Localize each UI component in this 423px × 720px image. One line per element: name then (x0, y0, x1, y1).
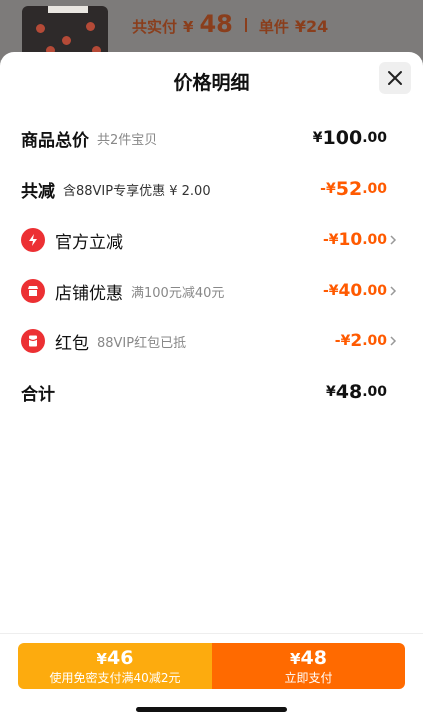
home-indicator (136, 707, 287, 712)
backdrop-total-currency: ¥ (183, 18, 194, 36)
red-packet-amount: -¥ 2.00 (335, 326, 387, 356)
discount-decimal: .00 (362, 181, 387, 197)
official-discount-amount: -¥ 10.00 (323, 225, 387, 255)
official-integer: 10 (338, 230, 363, 250)
discount-currency: -¥ (320, 181, 336, 197)
total-decimal: .00 (362, 384, 387, 400)
subtotal-label: 商品总价 (21, 130, 89, 151)
store-discount-amount: -¥ 40.00 (323, 276, 387, 306)
backdrop-total-label: 共实付 (132, 18, 178, 36)
discount-amount: -¥ 52.00 (320, 174, 387, 204)
official-discount-row[interactable]: 官方立减 -¥ 10.00 (0, 225, 423, 255)
discount-label: 共减 (21, 181, 55, 202)
subtotal-integer: 100 (322, 127, 363, 149)
subtotal-currency: ¥ (312, 130, 323, 146)
close-icon (388, 71, 402, 85)
red-packet-label: 红包 (55, 333, 89, 354)
backdrop-price: 共实付 ¥ 48 单件 ¥24 (132, 10, 328, 38)
product-summary-backdrop: 共实付 ¥ 48 单件 ¥24 (0, 0, 423, 60)
password-free-pay-currency: ¥ (96, 649, 107, 668)
total-amount: ¥48.00 (326, 377, 387, 407)
sheet-title: 价格明细 (173, 72, 250, 94)
chevron-right-icon (390, 235, 397, 245)
subtotal-row: 商品总价 共2件宝贝 ¥100.00 (0, 123, 423, 153)
backdrop-unit-value: ¥24 (294, 17, 329, 36)
store-discount-rule: 满100元减40元 (131, 285, 225, 301)
password-free-pay-value: 46 (106, 646, 134, 669)
total-row: 合计 ¥48.00 (0, 377, 423, 407)
total-currency: ¥ (325, 384, 336, 400)
store-integer: 40 (338, 281, 363, 301)
discount-note: 含88VIP专享优惠 ¥ 2.00 (63, 183, 211, 199)
payment-footer: ¥46 使用免密支付满40减2元 ¥48 立即支付 (0, 633, 423, 720)
chevron-right-icon (390, 286, 397, 296)
close-button[interactable] (379, 62, 411, 94)
store-discount-label: 店铺优惠 (55, 283, 123, 304)
store-decimal: .00 (362, 283, 387, 299)
pay-now-caption: 立即支付 (284, 670, 333, 685)
red-packet-decimal: .00 (362, 333, 387, 349)
red-packet-currency: -¥ (334, 333, 351, 349)
official-discount-label: 官方立减 (55, 232, 123, 253)
store-currency: -¥ (322, 283, 339, 299)
password-free-pay-caption: 使用免密支付满40减2元 (49, 670, 181, 685)
pay-now-price: ¥48 (290, 647, 327, 670)
backdrop-unit-label: 单件 (258, 18, 289, 36)
store-icon (21, 279, 45, 303)
subtotal-amount: ¥100.00 (313, 123, 387, 153)
backdrop-total-value: 48 (199, 10, 233, 38)
lightning-icon (21, 228, 45, 252)
total-label: 合计 (21, 384, 55, 405)
chevron-right-icon (390, 336, 397, 346)
password-free-pay-price: ¥46 (97, 647, 134, 670)
store-discount-row[interactable]: 店铺优惠 满100元减40元 -¥ 40.00 (0, 276, 423, 306)
price-detail-sheet: 价格明细 商品总价 共2件宝贝 ¥100.00 共减 含88VIP专享优惠 ¥ … (0, 52, 423, 720)
pay-now-value: 48 (300, 646, 327, 669)
subtotal-decimal: .00 (362, 130, 387, 146)
backdrop-divider (244, 18, 247, 32)
official-decimal: .00 (362, 232, 387, 248)
password-free-pay-button[interactable]: ¥46 使用免密支付满40减2元 (18, 643, 212, 689)
red-packet-integer: 2 (350, 331, 363, 351)
pay-now-button[interactable]: ¥48 立即支付 (212, 643, 405, 689)
red-packet-note: 88VIP红包已抵 (97, 335, 187, 351)
red-packet-row[interactable]: 红包 88VIP红包已抵 -¥ 2.00 (0, 326, 423, 356)
total-integer: 48 (335, 381, 363, 403)
official-currency: -¥ (322, 232, 339, 248)
discount-row: 共减 含88VIP专享优惠 ¥ 2.00 -¥ 52.00 (0, 174, 423, 204)
red-packet-icon (21, 329, 45, 353)
pay-now-currency: ¥ (290, 649, 301, 668)
subtotal-count: 共2件宝贝 (97, 132, 158, 148)
discount-integer: 52 (335, 178, 363, 200)
